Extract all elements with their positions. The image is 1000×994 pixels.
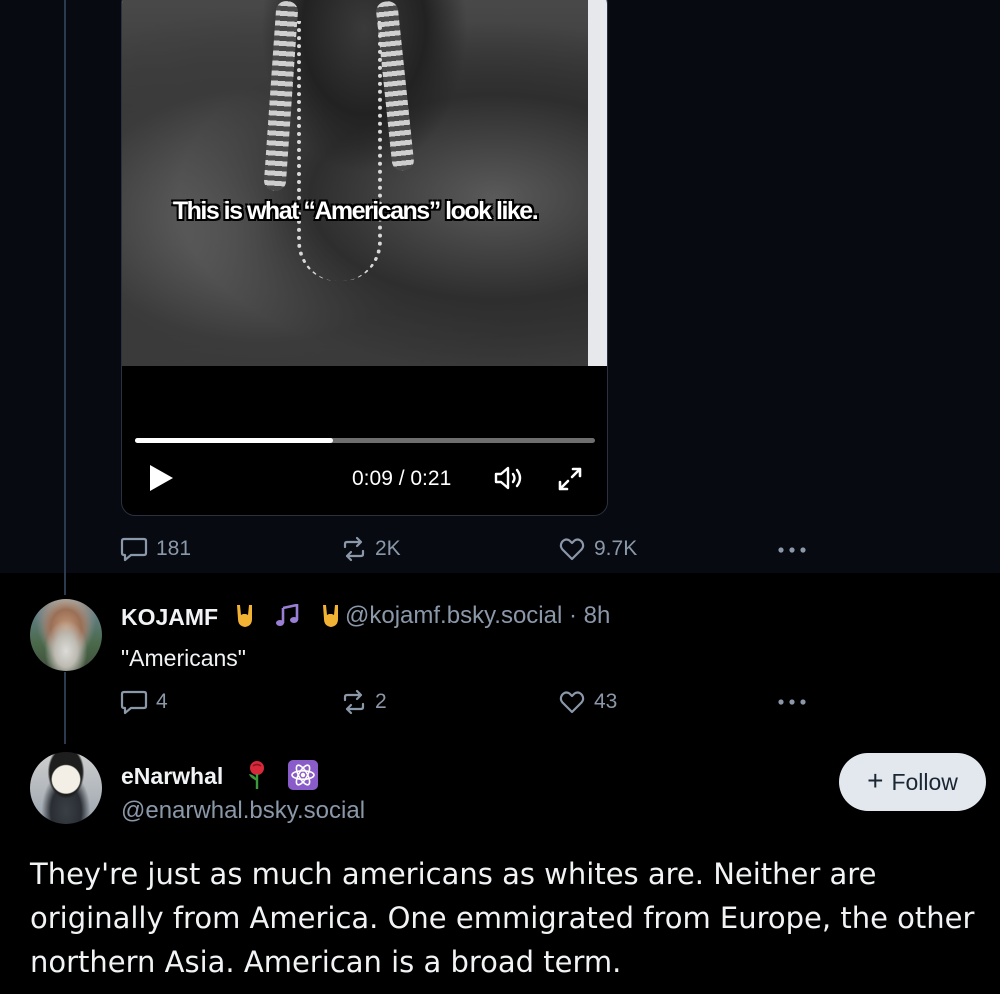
reply-text: "Americans" (121, 645, 246, 671)
video-image-detail (263, 0, 299, 192)
like-button[interactable]: 43 (558, 689, 617, 715)
avatar[interactable] (30, 599, 102, 671)
repost-button[interactable]: 2K (341, 536, 401, 562)
video-thumbnail: This is what “Americans” look like. (122, 0, 588, 366)
sign-of-horns-icon (319, 603, 343, 635)
video-progress-fill (135, 438, 333, 443)
sign-of-horns-icon (233, 603, 257, 635)
repost-icon (343, 689, 365, 715)
reply-count: 181 (156, 537, 192, 560)
author-name[interactable]: KOJAMF (121, 603, 343, 635)
musical-notes-icon (275, 603, 301, 634)
follow-label: Follow (891, 768, 958, 795)
like-count: 9.7K (594, 537, 638, 560)
ellipsis-icon (778, 547, 806, 553)
thread-view: This is what “Americans” look like. 0:09… (0, 0, 1000, 994)
volume-button[interactable] (493, 465, 527, 491)
ellipsis-icon (778, 699, 806, 705)
more-options-button[interactable] (776, 540, 810, 560)
fullscreen-button[interactable] (556, 465, 584, 493)
video-progress-bar[interactable] (135, 438, 595, 443)
video-player[interactable]: This is what “Americans” look like. 0:09… (121, 0, 608, 516)
like-button[interactable]: 9.7K (558, 536, 637, 562)
heart-icon (559, 691, 585, 714)
video-frame[interactable]: This is what “Americans” look like. (122, 0, 607, 366)
author-handle[interactable]: @enarwhal.bsky.social (121, 797, 365, 825)
play-icon (150, 465, 173, 491)
video-caption-overlay: This is what “Americans” look like. (172, 197, 539, 225)
plus-icon: + (867, 765, 884, 796)
more-options-button[interactable] (776, 692, 810, 712)
thread-line (64, 0, 66, 595)
post-body: They're just as much americans as whites… (30, 857, 975, 979)
comment-icon (120, 537, 148, 562)
expand-icon (558, 467, 582, 491)
display-name: KOJAMF (121, 604, 219, 631)
reply-count: 4 (156, 690, 168, 713)
atom-symbol-icon (288, 760, 319, 796)
repost-count: 2K (375, 537, 401, 560)
like-count: 43 (594, 690, 618, 713)
follow-button[interactable]: + Follow (839, 753, 986, 811)
author-name[interactable]: eNarwhal (121, 760, 319, 796)
play-button[interactable] (146, 463, 176, 493)
avatar[interactable] (30, 752, 102, 824)
heart-icon (559, 538, 585, 561)
rose-icon (246, 760, 268, 796)
video-time: 0:09 / 0:21 (352, 467, 452, 490)
speaker-icon (494, 466, 522, 490)
repost-count: 2 (375, 690, 387, 713)
author-handle[interactable]: @kojamf.bsky.social · 8h (345, 602, 610, 630)
video-image-detail (297, 21, 382, 281)
repost-button[interactable]: 2 (341, 689, 387, 715)
repost-icon (343, 536, 365, 562)
display-name: eNarwhal (121, 763, 224, 790)
reply-button[interactable]: 4 (120, 689, 168, 715)
thread-line (64, 672, 66, 744)
reply-button[interactable]: 181 (120, 536, 191, 562)
comment-icon (120, 690, 148, 715)
